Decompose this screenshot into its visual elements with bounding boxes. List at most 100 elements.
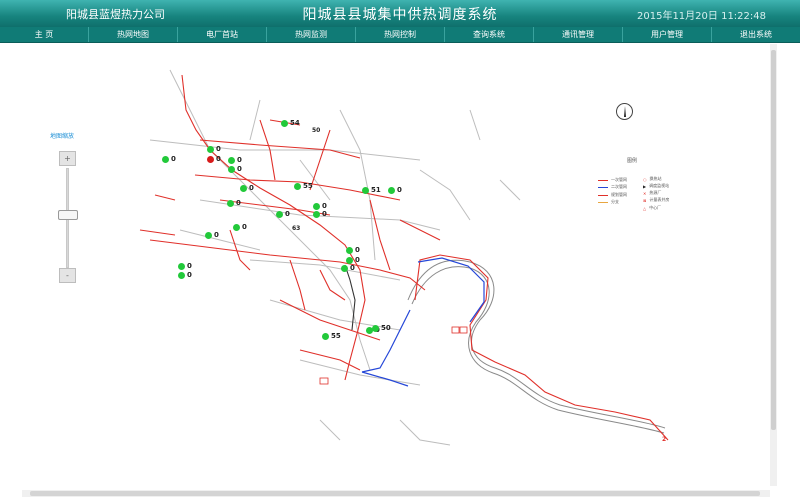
- station-status-icon: [388, 186, 395, 194]
- station-node[interactable]: 0: [240, 184, 254, 192]
- station-status-icon: [162, 155, 169, 163]
- station-status-icon: [276, 210, 283, 218]
- zoom-slider-handle[interactable]: [58, 210, 78, 220]
- legend-label: 热源厂: [649, 190, 662, 195]
- station-value: 0: [237, 156, 242, 164]
- station-value: 0: [322, 210, 327, 218]
- station-status-icon: [178, 262, 185, 270]
- legend-label: 规划管网: [611, 192, 627, 197]
- station-value: 0: [242, 223, 247, 231]
- station-node[interactable]: 0: [313, 210, 327, 218]
- secondary-pipe-network: [361, 257, 485, 387]
- station-status-icon: [322, 332, 329, 340]
- station-status-icon: [227, 199, 234, 207]
- station-value: 0: [187, 271, 192, 279]
- station-status-icon: [281, 119, 288, 127]
- station-node[interactable]: 0: [228, 156, 242, 164]
- station-status-icon: [313, 202, 320, 210]
- station-status-icon: [240, 184, 247, 192]
- station-node[interactable]: 0: [388, 186, 402, 194]
- horizontal-scrollbar[interactable]: [22, 490, 770, 497]
- station-node[interactable]: 0: [233, 223, 247, 231]
- legend-title: 图例: [627, 158, 638, 164]
- station-node[interactable]: 0: [162, 155, 176, 163]
- station-value: 0: [236, 199, 241, 207]
- map-label: 50: [312, 127, 321, 134]
- station-value: 55: [303, 182, 313, 190]
- station-node[interactable]: 0: [341, 264, 355, 272]
- legend-item-dispatch-station: ▶ 调度监视站: [643, 183, 669, 189]
- legend-item-branch: 分支: [598, 199, 619, 205]
- legend-item-primary-pipe: 一次管网: [598, 177, 627, 183]
- station-status-icon: [207, 155, 214, 163]
- station-status-icon: [346, 246, 353, 254]
- swatch-icon: [598, 179, 608, 181]
- map-label: 63: [292, 225, 301, 232]
- station-node[interactable]: 0: [313, 202, 327, 210]
- station-status-icon: [205, 231, 212, 239]
- legend-item-secondary-pipe: 二次管网: [598, 184, 627, 190]
- station-value: 0: [171, 155, 176, 163]
- station-mark-icon: ○: [643, 176, 647, 182]
- station-value: 0: [249, 184, 254, 192]
- legend-label: 换热站: [649, 176, 662, 181]
- station-node[interactable]: 54: [281, 119, 300, 127]
- station-node[interactable]: 0: [178, 271, 192, 279]
- station-status-icon: [228, 156, 235, 164]
- station-node[interactable]: 55: [322, 332, 341, 340]
- station-status-icon: [341, 264, 348, 272]
- station-value: 0: [216, 145, 221, 153]
- station-node[interactable]: 0: [207, 155, 221, 163]
- river: [407, 259, 666, 434]
- heat-exchange-boxes: [319, 326, 468, 385]
- legend-label: 一次管网: [611, 177, 627, 182]
- zoom-control-title: 地图缩放: [50, 133, 75, 140]
- station-status-icon: [207, 145, 214, 153]
- swatch-icon: [598, 194, 608, 196]
- station-value: 55: [331, 332, 341, 340]
- legend-item-center-plant: △ 中心厂: [643, 205, 661, 211]
- legend-label: 中心厂: [649, 205, 662, 210]
- station-node[interactable]: 55: [294, 182, 313, 190]
- station-node[interactable]: 0: [346, 256, 360, 264]
- station-value: 51: [371, 186, 381, 194]
- station-node[interactable]: 51: [362, 186, 381, 194]
- station-node[interactable]: 0: [276, 210, 290, 218]
- station-status-icon: [313, 210, 320, 218]
- legend-label: 调度监视站: [649, 183, 670, 188]
- vertical-scrollbar[interactable]: [770, 44, 777, 486]
- flag-icon: ▶: [643, 183, 647, 189]
- station-value: 0: [216, 155, 221, 163]
- station-status-icon: [372, 324, 379, 332]
- swatch-icon: [598, 186, 608, 188]
- boxed-cross-icon: ⊠: [643, 197, 647, 203]
- legend-label: 二次管网: [611, 184, 627, 189]
- map-label: 2: [662, 436, 667, 443]
- station-node[interactable]: 0: [228, 165, 242, 173]
- station-status-icon: [294, 182, 301, 190]
- zoom-out-icon: -: [66, 271, 69, 280]
- station-node[interactable]: 0: [178, 262, 192, 270]
- station-value: 0: [350, 264, 355, 272]
- station-node[interactable]: 50: [372, 324, 391, 332]
- station-node[interactable]: 0: [227, 199, 241, 207]
- zoom-in-button[interactable]: +: [59, 151, 76, 166]
- station-value: 0: [355, 246, 360, 254]
- station-node[interactable]: 0: [207, 145, 221, 153]
- heat-network-map[interactable]: [0, 0, 800, 500]
- monitoring-line: [344, 264, 356, 331]
- zoom-in-icon: +: [64, 154, 71, 163]
- station-status-icon: [178, 271, 185, 279]
- zoom-out-button[interactable]: -: [59, 268, 76, 283]
- station-node[interactable]: 0: [205, 231, 219, 239]
- compass-icon: [616, 103, 633, 120]
- station-node[interactable]: 0: [346, 246, 360, 254]
- horizontal-scrollbar-thumb[interactable]: [30, 491, 760, 496]
- station-status-icon: [346, 256, 353, 264]
- station-value: 0: [285, 210, 290, 218]
- station-status-icon: [233, 223, 240, 231]
- station-value: 0: [214, 231, 219, 239]
- station-value: 50: [381, 324, 391, 332]
- vertical-scrollbar-thumb[interactable]: [771, 50, 776, 430]
- station-value: 0: [237, 165, 242, 173]
